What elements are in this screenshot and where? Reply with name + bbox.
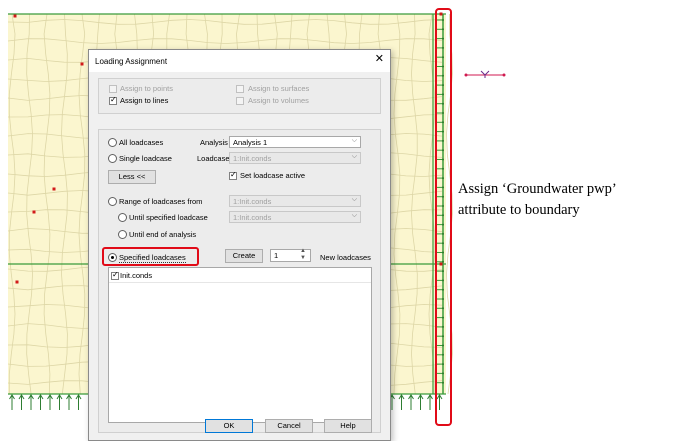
new-loadcases-label: New loadcases (320, 253, 371, 262)
less-button[interactable]: Less << (108, 170, 156, 184)
until-specified-select[interactable]: 1:Init.conds ⌵ (229, 211, 361, 223)
assign-target-group: Assign to points ✓ Assign to lines Assig… (98, 78, 381, 114)
chevron-down-icon: ⌵ (351, 153, 357, 160)
until-specified-radio[interactable] (118, 213, 127, 222)
loadcase-select[interactable]: 1:Init.conds ⌵ (229, 152, 361, 164)
chevron-down-icon: ⌵ (351, 212, 357, 219)
list-item-label: Init.conds (120, 271, 153, 280)
range-from-value: 1:Init.conds (233, 197, 272, 206)
chevron-down-icon: ⌵ (351, 137, 357, 144)
checkmark-icon: ✓ (110, 95, 117, 104)
loadcase-group: All loadcases Analysis Analysis 1 ⌵ Sing… (98, 129, 381, 433)
range-loadcases-radio[interactable] (108, 197, 117, 206)
single-loadcase-radio[interactable] (108, 154, 117, 163)
specified-loadcases-highlight (102, 247, 199, 266)
until-end-radio[interactable] (118, 230, 127, 239)
analysis-select[interactable]: Analysis 1 ⌵ (229, 136, 361, 148)
all-loadcases-radio[interactable] (108, 138, 117, 147)
spin-up-icon[interactable]: ▲ (300, 248, 306, 254)
analysis-label: Analysis (200, 138, 228, 147)
create-button[interactable]: Create (225, 249, 263, 263)
checkmark-icon: ✓ (112, 270, 119, 279)
until-specified-value: 1:Init.conds (233, 213, 272, 222)
loading-assignment-dialog: Loading Assignment ✕ Assign to points ✓ … (88, 49, 391, 441)
loadcase-label: Loadcase (197, 154, 230, 163)
chevron-down-icon: ⌵ (351, 196, 357, 203)
single-loadcase-label: Single loadcase (119, 154, 172, 163)
annotation-line-1: Assign ‘Groundwater pwp’ (458, 181, 617, 197)
annotation-line-2: attribute to boundary (458, 202, 580, 218)
cancel-button[interactable]: Cancel (265, 419, 313, 433)
loadcase-count-spinner[interactable]: 1 ▲ ▼ (270, 248, 311, 262)
set-loadcase-active-label: Set loadcase active (240, 171, 306, 180)
ok-button[interactable]: OK (205, 419, 253, 433)
assign-lines-checkbox[interactable]: ✓ (109, 95, 117, 105)
close-icon[interactable]: ✕ (375, 54, 384, 65)
checkmark-icon: ✓ (230, 170, 237, 179)
list-item-checkbox[interactable]: ✓ (111, 270, 119, 280)
help-button[interactable]: Help (324, 419, 372, 433)
all-loadcases-label: All loadcases (119, 138, 164, 147)
dialog-title: Loading Assignment (95, 57, 168, 66)
analysis-value: Analysis 1 (233, 138, 268, 147)
range-loadcases-label: Range of loadcases from (119, 197, 203, 206)
range-from-select[interactable]: 1:Init.conds ⌵ (229, 195, 361, 207)
y-axis-icon (464, 70, 506, 78)
until-end-label: Until end of analysis (129, 230, 197, 239)
assign-points-label: Assign to points (120, 84, 173, 93)
dialog-titlebar: Loading Assignment ✕ (89, 50, 390, 72)
assign-volumes-checkbox[interactable] (236, 97, 244, 105)
assign-surfaces-label: Assign to surfaces (248, 84, 310, 93)
set-loadcase-active-checkbox[interactable]: ✓ (229, 170, 237, 180)
loadcase-list[interactable]: ✓ Init.conds (108, 267, 372, 423)
assign-lines-label: Assign to lines (120, 96, 169, 105)
assign-points-checkbox[interactable] (109, 85, 117, 93)
assign-volumes-label: Assign to volumes (248, 96, 309, 105)
spin-down-icon[interactable]: ▼ (300, 255, 306, 261)
until-specified-label: Until specified loadcase (129, 213, 208, 222)
loadcase-value: 1:Init.conds (233, 154, 272, 163)
assign-surfaces-checkbox[interactable] (236, 85, 244, 93)
spinner-value: 1 (274, 251, 279, 260)
